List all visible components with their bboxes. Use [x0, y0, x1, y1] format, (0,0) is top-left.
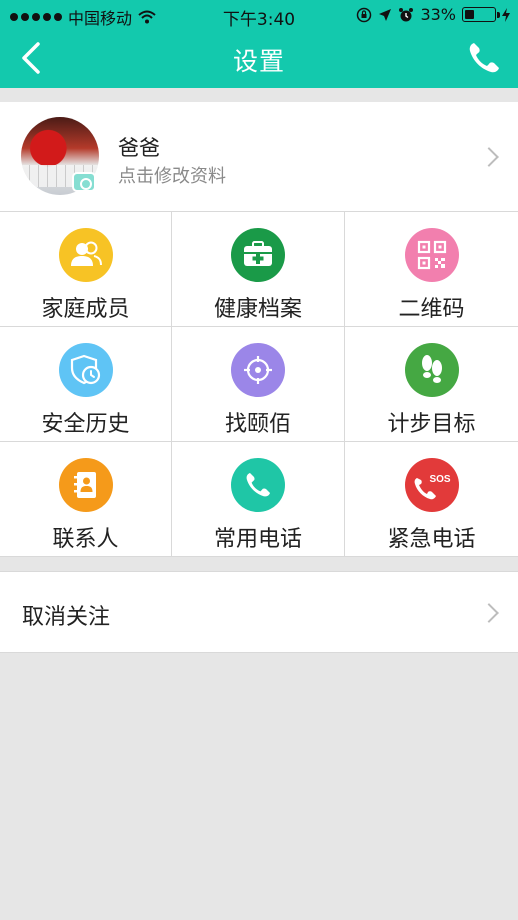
contacts-icon: [58, 458, 113, 512]
grid-item-label: 联系人: [52, 527, 119, 552]
call-button[interactable]: [464, 38, 504, 78]
qr-code-icon: [404, 228, 459, 282]
grid-item-safety-history[interactable]: 安全历史: [0, 327, 172, 442]
battery-icon: [462, 7, 500, 22]
unfollow-row[interactable]: 取消关注: [0, 571, 518, 653]
grid-item-label: 常用电话: [213, 527, 302, 552]
grid-item-label: 计步目标: [387, 412, 476, 437]
grid-item-locate[interactable]: 找颐佰: [172, 327, 345, 442]
grid-item-frequent-phones[interactable]: 常用电话: [172, 442, 345, 557]
health-record-icon: [231, 228, 285, 282]
family-members-icon: [58, 228, 113, 282]
chevron-right-icon: [479, 603, 499, 623]
alarm-icon: [399, 7, 414, 21]
phone-icon: [231, 458, 285, 512]
grid-item-emergency-phones[interactable]: SOS 紧急电话: [345, 442, 518, 557]
grid-item-qr-code[interactable]: 二维码: [345, 212, 518, 327]
grid-item-label: 找颐佰: [224, 412, 291, 437]
grid-item-label: 家庭成员: [41, 297, 130, 322]
chevron-right-icon: [479, 147, 499, 167]
grid-item-family-members[interactable]: 家庭成员: [0, 212, 172, 327]
locate-icon: [231, 343, 285, 397]
rotation-lock-icon: [357, 7, 372, 22]
charging-icon: [502, 7, 510, 22]
location-arrow-icon: [379, 8, 392, 21]
grid-item-step-goal[interactable]: 计步目标: [345, 327, 518, 442]
phone-icon: [469, 43, 499, 73]
grid-item-label: 安全历史: [41, 412, 130, 437]
grid-item-label: 紧急电话: [387, 527, 476, 552]
grid-item-label: 二维码: [398, 297, 465, 322]
header: 中国移动 下午3:40 33% 设置: [0, 0, 518, 88]
battery-percent: 33%: [420, 5, 456, 24]
sos-text: SOS: [429, 474, 450, 485]
grid-item-contacts[interactable]: 联系人: [0, 442, 172, 557]
unfollow-label: 取消关注: [22, 605, 111, 630]
sos-phone-icon: SOS: [404, 458, 459, 512]
edit-profile-hint: 点击修改资料: [118, 166, 226, 187]
page-title: 设置: [232, 47, 285, 76]
footsteps-icon: [404, 343, 459, 397]
status-bar: 中国移动 下午3:40 33%: [0, 0, 518, 30]
grid-item-label: 健康档案: [213, 297, 302, 322]
grid-item-health-record[interactable]: 健康档案: [172, 212, 345, 327]
camera-icon: [72, 172, 96, 192]
status-right: 33%: [356, 5, 510, 24]
profile-row[interactable]: 爸爸 点击修改资料: [0, 102, 518, 212]
safety-history-icon: [58, 343, 113, 397]
nav-bar: 设置: [0, 30, 518, 88]
feature-grid: 家庭成员 健康档案 二维码 安全历史 找颐佰 计步目标 联系人 常用电话 SOS…: [0, 212, 518, 557]
profile-name: 爸爸: [118, 136, 160, 160]
